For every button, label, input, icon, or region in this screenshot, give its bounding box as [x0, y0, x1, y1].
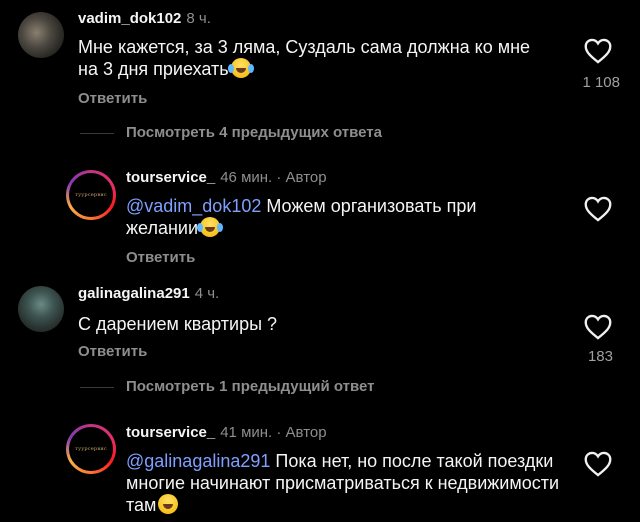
comment-username[interactable]: tourservice_ 41 мин. · Автор — [126, 424, 327, 441]
comment-time: 8 ч. — [186, 10, 211, 27]
comment-time: 46 мин. · Автор — [220, 169, 327, 186]
view-replies-button[interactable]: Посмотреть 1 предыдущий ответ — [126, 378, 375, 395]
thread-divider — [80, 133, 114, 134]
heart-outline-icon[interactable] — [584, 451, 612, 477]
comment-text: @vadim_dok102 Можем организовать при жел… — [126, 195, 546, 239]
mention-link[interactable]: @vadim_dok102 — [126, 196, 261, 216]
avatar[interactable]: туурсервис — [66, 424, 116, 474]
username-text[interactable]: tourservice_ — [126, 169, 215, 186]
grinning-face-icon — [158, 494, 179, 514]
heart-outline-icon[interactable] — [584, 196, 612, 222]
thread-divider — [80, 387, 114, 388]
view-replies-button[interactable]: Посмотреть 4 предыдущих ответа — [126, 124, 382, 141]
reply-button[interactable]: Ответить — [78, 90, 147, 107]
like-count[interactable]: 1 108 — [560, 74, 620, 91]
comment-username[interactable]: galinagalina291 4 ч. — [78, 285, 219, 302]
comment-username[interactable]: tourservice_ 46 мин. · Автор — [126, 169, 327, 186]
reply-button[interactable]: Ответить — [126, 249, 195, 266]
reply-button[interactable]: Ответить — [78, 343, 147, 360]
avatar[interactable] — [18, 12, 64, 58]
comment-text: С дарением квартиры ? — [78, 313, 548, 335]
like-count[interactable]: 183 — [553, 348, 613, 365]
comment-text: @galinagalina291 Пока нет, но после тако… — [126, 450, 566, 516]
comment-text-content: Мне кажется, за 3 ляма, Суздаль сама дол… — [78, 37, 531, 79]
face-with-tears-of-joy-icon — [197, 217, 224, 237]
avatar[interactable] — [18, 286, 64, 332]
username-text[interactable]: tourservice_ — [126, 424, 215, 441]
heart-outline-icon[interactable] — [584, 314, 612, 340]
mention-link[interactable]: @galinagalina291 — [126, 451, 270, 471]
face-with-tears-of-joy-icon — [227, 58, 254, 78]
comment-text: Мне кажется, за 3 ляма, Суздаль сама дол… — [78, 36, 548, 80]
username-text[interactable]: vadim_dok102 — [78, 10, 181, 27]
brand-logo: туурсервис — [75, 192, 107, 198]
comment-time: 4 ч. — [194, 285, 220, 302]
heart-outline-icon[interactable] — [584, 38, 612, 64]
avatar[interactable]: туурсервис — [66, 170, 116, 220]
comment-time: 41 мин. · Автор — [220, 424, 327, 441]
comment-text-content: С дарением квартиры ? — [78, 314, 278, 334]
brand-logo: туурсервис — [75, 446, 107, 452]
username-text[interactable]: galinagalina291 — [78, 285, 190, 302]
comment-username[interactable]: vadim_dok102 8 ч. — [78, 10, 211, 27]
